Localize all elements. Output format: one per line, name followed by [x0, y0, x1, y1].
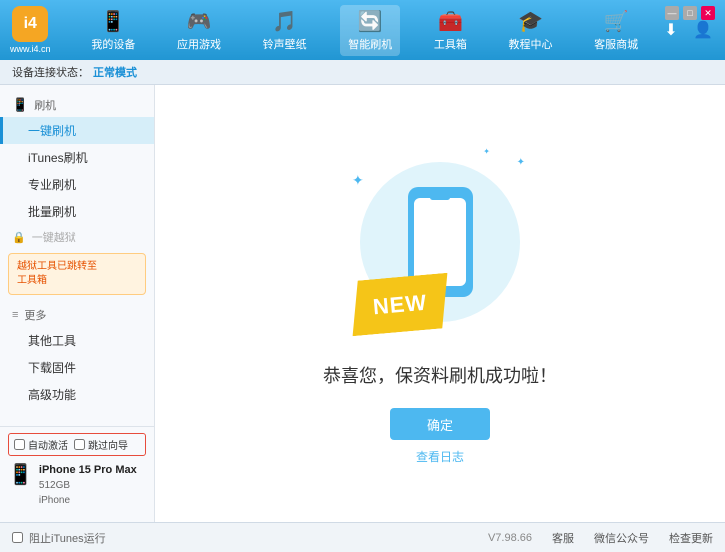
phone-notch [430, 195, 450, 200]
smart-flash-icon: 🔄 [358, 9, 383, 34]
toolbox-icon: 🧰 [438, 9, 463, 34]
auto-activate-text: 自动激活 [28, 437, 68, 452]
sidebar-more-header[interactable]: ≡ 更多 [0, 303, 154, 327]
status-value: 正常模式 [93, 64, 137, 80]
new-badge-text: NEW [372, 289, 428, 320]
logo[interactable]: i4 www.i4.cn [10, 6, 51, 54]
auto-options-box: 自动激活 跳过向导 [8, 433, 146, 456]
flash-section-icon: 📱 [12, 97, 28, 113]
footer-wechat-link[interactable]: 微信公众号 [594, 530, 649, 546]
star-left-icon: ✦ [352, 172, 364, 189]
other-tools-label: 其他工具 [28, 334, 76, 348]
star-top-icon: ✦ [483, 147, 490, 156]
nav-app-game-label: 应用游戏 [177, 36, 221, 52]
logo-text: www.i4.cn [10, 44, 51, 54]
phone-screen [414, 198, 466, 286]
device-name: iPhone 15 Pro Max [39, 462, 137, 479]
download-button[interactable]: ⬇ [659, 18, 683, 42]
nav-app-game[interactable]: 🎮 应用游戏 [169, 5, 229, 56]
nav-tutorial[interactable]: 🎓 教程中心 [501, 5, 561, 56]
sidebar-item-itunes[interactable]: iTunes刷机 [0, 144, 154, 171]
footer-update-link[interactable]: 检查更新 [669, 530, 713, 546]
nav-toolbox[interactable]: 🧰 工具箱 [426, 5, 475, 56]
star-right-icon: ✦ [517, 157, 525, 168]
stop-itunes-checkbox[interactable] [12, 532, 23, 543]
app-game-icon: 🎮 [187, 9, 212, 34]
batch-label: 批量刷机 [28, 205, 76, 219]
logo-icon: i4 [12, 6, 48, 42]
success-message: 恭喜您，保资料刷机成功啦！ [323, 362, 557, 388]
sidebar-item-advanced[interactable]: 高级功能 [0, 381, 154, 408]
auto-activate-label[interactable]: 自动激活 [14, 437, 68, 452]
service-icon: 🛒 [604, 9, 629, 34]
lock-icon: 🔒 [12, 231, 26, 244]
device-area: 自动激活 跳过向导 📱 iPhone 15 Pro Max 512GB iPho… [0, 426, 154, 515]
confirm-button[interactable]: 确定 [390, 408, 490, 440]
status-label: 设备连接状态： [12, 64, 89, 80]
content-area: NEW ✦ ✦ ✦ 恭喜您，保资料刷机成功啦！ 确定 查看日志 [155, 85, 725, 522]
main-container: 📱 刷机 一键刷机 iTunes刷机 专业刷机 批量刷机 🔒 一键越狱 越狱工具… [0, 85, 725, 522]
sidebar-item-pro-flash[interactable]: 专业刷机 [0, 171, 154, 198]
more-icon: ≡ [12, 309, 18, 321]
tutorial-icon: 🎓 [518, 9, 543, 34]
nav-ringtone-label: 铃声壁纸 [263, 36, 307, 52]
device-type: iPhone [39, 493, 137, 508]
notice-box: 越狱工具已跳转至工具箱 [8, 253, 146, 295]
user-button[interactable]: 👤 [691, 18, 715, 42]
pro-flash-label: 专业刷机 [28, 178, 76, 192]
nav-service[interactable]: 🛒 客服商城 [586, 5, 646, 56]
jailbreak-label: 一键越狱 [32, 229, 76, 245]
stop-itunes-label: 阻止iTunes运行 [29, 530, 106, 546]
nav-tutorial-label: 教程中心 [509, 36, 553, 52]
header: i4 www.i4.cn 📱 我的设备 🎮 应用游戏 🎵 铃声壁纸 🔄 智能刷机… [0, 0, 725, 60]
new-badge: NEW [348, 273, 452, 337]
auto-activate-checkbox[interactable] [14, 439, 25, 450]
flash-section-label: 刷机 [34, 97, 56, 113]
download-fw-label: 下载固件 [28, 361, 76, 375]
auto-guide-label[interactable]: 跳过向导 [74, 437, 128, 452]
nav-bar: 📱 我的设备 🎮 应用游戏 🎵 铃声壁纸 🔄 智能刷机 🧰 工具箱 🎓 教程中心… [71, 5, 659, 56]
advanced-label: 高级功能 [28, 388, 76, 402]
footer-service-link[interactable]: 客服 [552, 530, 574, 546]
ringtone-icon: 🎵 [272, 9, 297, 34]
download-icon: ⬇ [664, 20, 677, 40]
sidebar-item-batch[interactable]: 批量刷机 [0, 198, 154, 225]
auto-guide-checkbox[interactable] [74, 439, 85, 450]
nav-my-device[interactable]: 📱 我的设备 [83, 5, 143, 56]
close-button[interactable]: ✕ [701, 6, 715, 20]
itunes-label: iTunes刷机 [28, 151, 88, 165]
header-right: ⬇ 👤 [659, 18, 715, 42]
sidebar-item-other-tools[interactable]: 其他工具 [0, 327, 154, 354]
sidebar-jailbreak-disabled: 🔒 一键越狱 [0, 225, 154, 249]
success-illustration: NEW ✦ ✦ ✦ [350, 142, 530, 342]
nav-toolbox-label: 工具箱 [434, 36, 467, 52]
device-storage: 512GB [39, 478, 137, 493]
sidebar-item-one-click[interactable]: 一键刷机 [0, 117, 154, 144]
status-bar: 设备连接状态： 正常模式 [0, 60, 725, 85]
one-click-label: 一键刷机 [28, 124, 76, 138]
footer-right: V7.98.66 客服 微信公众号 检查更新 [488, 530, 713, 546]
sidebar: 📱 刷机 一键刷机 iTunes刷机 专业刷机 批量刷机 🔒 一键越狱 越狱工具… [0, 85, 155, 522]
device-info: 📱 iPhone 15 Pro Max 512GB iPhone [8, 462, 146, 509]
more-label: 更多 [24, 307, 46, 323]
version-label: V7.98.66 [488, 532, 532, 544]
log-link[interactable]: 查看日志 [416, 448, 464, 465]
nav-smart-flash[interactable]: 🔄 智能刷机 [340, 5, 400, 56]
footer-left: 阻止iTunes运行 [12, 530, 106, 546]
sidebar-flash-header[interactable]: 📱 刷机 [0, 93, 154, 117]
nav-service-label: 客服商城 [594, 36, 638, 52]
user-icon: 👤 [693, 20, 713, 40]
maximize-button[interactable]: □ [683, 6, 697, 20]
nav-my-device-label: 我的设备 [91, 36, 135, 52]
auto-guide-text: 跳过向导 [88, 437, 128, 452]
device-phone-icon: 📱 [8, 462, 33, 487]
nav-ringtone[interactable]: 🎵 铃声壁纸 [255, 5, 315, 56]
minimize-button[interactable]: — [665, 6, 679, 20]
sidebar-item-download-fw[interactable]: 下载固件 [0, 354, 154, 381]
notice-text: 越狱工具已跳转至工具箱 [17, 261, 97, 286]
my-device-icon: 📱 [101, 9, 126, 34]
device-details: iPhone 15 Pro Max 512GB iPhone [39, 462, 137, 509]
nav-smart-flash-label: 智能刷机 [348, 36, 392, 52]
